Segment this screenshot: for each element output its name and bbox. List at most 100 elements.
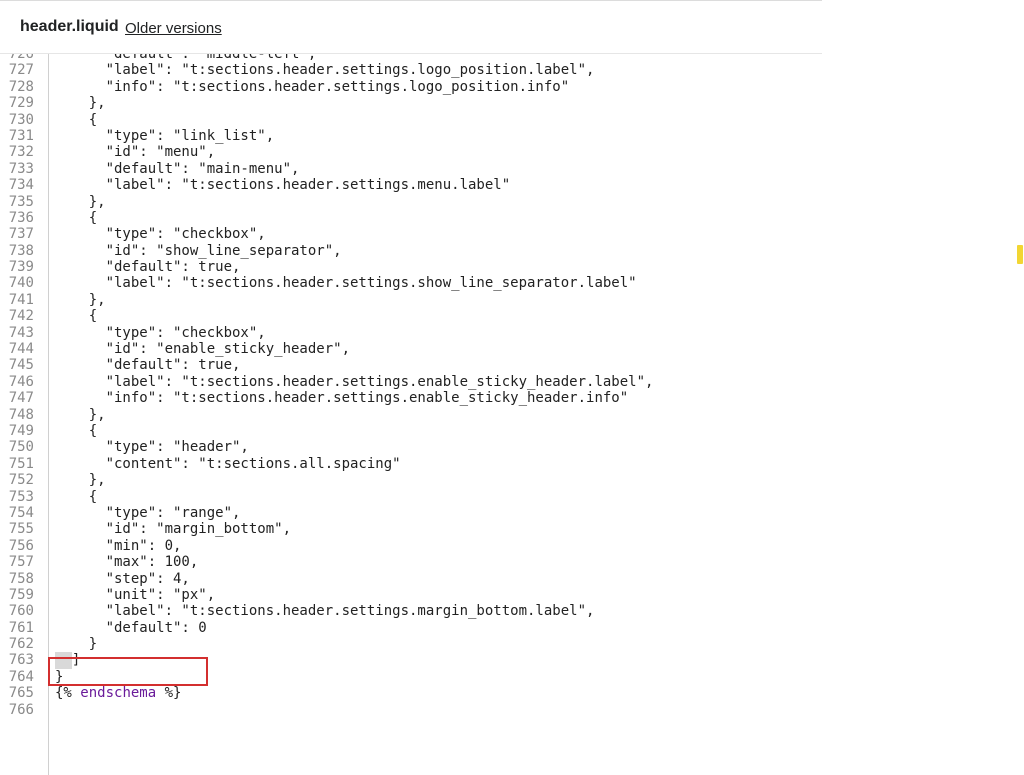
code-text[interactable]: "type": "link_list", bbox=[55, 128, 275, 144]
code-line[interactable]: 733 "default": "main-menu", bbox=[0, 161, 822, 177]
code-text[interactable]: "default": 0 bbox=[55, 620, 207, 636]
code-text[interactable]: "type": "checkbox", bbox=[55, 325, 266, 341]
line-number: 728 bbox=[8, 78, 34, 95]
code-line[interactable]: 734 "label": "t:sections.header.settings… bbox=[0, 177, 822, 193]
code-text[interactable]: "type": "header", bbox=[55, 439, 249, 455]
code-line[interactable]: 730 { bbox=[0, 112, 822, 128]
code-line[interactable]: 739 "default": true, bbox=[0, 259, 822, 275]
code-line[interactable]: 757 "max": 100, bbox=[0, 554, 822, 570]
code-text[interactable]: { bbox=[55, 308, 97, 324]
code-line[interactable]: 741 }, bbox=[0, 292, 822, 308]
code-line[interactable]: 738 "id": "show_line_separator", bbox=[0, 243, 822, 259]
code-text[interactable]: { bbox=[55, 423, 97, 439]
line-number: 759 bbox=[8, 586, 34, 603]
code-line[interactable]: 761 "default": 0 bbox=[0, 620, 822, 636]
line-number: 753 bbox=[8, 488, 34, 505]
code-text[interactable]: "id": "menu", bbox=[55, 144, 216, 160]
older-versions-link[interactable]: Older versions bbox=[125, 20, 222, 37]
code-line[interactable]: 744 "id": "enable_sticky_header", bbox=[0, 341, 822, 357]
code-line[interactable]: 731 "type": "link_list", bbox=[0, 128, 822, 144]
code-line[interactable]: 754 "type": "range", bbox=[0, 505, 822, 521]
line-number: 739 bbox=[8, 259, 34, 276]
line-number: 737 bbox=[8, 226, 34, 243]
code-line[interactable]: 747 "info": "t:sections.header.settings.… bbox=[0, 390, 822, 406]
code-line[interactable]: 737 "type": "checkbox", bbox=[0, 226, 822, 242]
annotation-highlight-box bbox=[48, 657, 208, 686]
code-line[interactable]: 753 { bbox=[0, 489, 822, 505]
code-text[interactable]: "label": "t:sections.header.settings.men… bbox=[55, 177, 511, 193]
code-line[interactable]: 743 "type": "checkbox", bbox=[0, 325, 822, 341]
line-number: 742 bbox=[8, 308, 34, 325]
line-number: 756 bbox=[8, 537, 34, 554]
code-text[interactable]: { bbox=[55, 112, 97, 128]
code-text[interactable]: "id": "show_line_separator", bbox=[55, 243, 342, 259]
code-text[interactable]: "step": 4, bbox=[55, 571, 190, 587]
code-line[interactable]: 749 { bbox=[0, 423, 822, 439]
code-line[interactable]: 762 } bbox=[0, 636, 822, 652]
code-line[interactable]: 732 "id": "menu", bbox=[0, 144, 822, 160]
code-line[interactable]: 755 "id": "margin_bottom", bbox=[0, 521, 822, 537]
line-number: 747 bbox=[8, 390, 34, 407]
code-line[interactable]: 729 }, bbox=[0, 95, 822, 111]
code-line[interactable]: 728 "info": "t:sections.header.settings.… bbox=[0, 79, 822, 95]
code-text[interactable]: } bbox=[55, 636, 97, 652]
line-number: 761 bbox=[8, 619, 34, 636]
code-line[interactable]: 756 "min": 0, bbox=[0, 538, 822, 554]
code-line[interactable]: 766 bbox=[0, 702, 822, 718]
code-line[interactable]: 745 "default": true, bbox=[0, 357, 822, 373]
code-line[interactable]: 742 { bbox=[0, 308, 822, 324]
line-number: 740 bbox=[8, 275, 34, 292]
code-text[interactable]: { bbox=[55, 489, 97, 505]
editor-header: header.liquid Older versions bbox=[0, 0, 822, 54]
code-line[interactable]: 752 }, bbox=[0, 472, 822, 488]
code-text[interactable]: "default": true, bbox=[55, 259, 241, 275]
line-number: 730 bbox=[8, 111, 34, 128]
code-text[interactable]: { bbox=[55, 210, 97, 226]
code-text[interactable]: }, bbox=[55, 194, 106, 210]
code-text[interactable]: "default": "middle-left", bbox=[55, 54, 317, 62]
code-text[interactable]: "label": "t:sections.header.settings.sho… bbox=[55, 275, 637, 291]
line-number: 746 bbox=[8, 373, 34, 390]
code-text[interactable]: "info": "t:sections.header.settings.logo… bbox=[55, 79, 570, 95]
code-text[interactable]: "label": "t:sections.header.settings.ena… bbox=[55, 374, 654, 390]
code-line[interactable]: 750 "type": "header", bbox=[0, 439, 822, 455]
code-text[interactable]: "label": "t:sections.header.settings.mar… bbox=[55, 603, 595, 619]
code-text[interactable]: }, bbox=[55, 95, 106, 111]
code-text[interactable]: "type": "range", bbox=[55, 505, 241, 521]
code-line[interactable]: 760 "label": "t:sections.header.settings… bbox=[0, 603, 822, 619]
code-line[interactable]: 736 { bbox=[0, 210, 822, 226]
code-text[interactable]: "default": true, bbox=[55, 357, 241, 373]
code-text[interactable]: "content": "t:sections.all.spacing" bbox=[55, 456, 401, 472]
code-line[interactable]: 746 "label": "t:sections.header.settings… bbox=[0, 374, 822, 390]
code-text[interactable]: "unit": "px", bbox=[55, 587, 216, 603]
code-line[interactable]: 751 "content": "t:sections.all.spacing" bbox=[0, 456, 822, 472]
code-text[interactable]: }, bbox=[55, 407, 106, 423]
code-text[interactable]: {% endschema %} bbox=[55, 685, 181, 701]
code-text[interactable]: "min": 0, bbox=[55, 538, 182, 554]
code-text[interactable]: }, bbox=[55, 292, 106, 308]
code-text[interactable]: "id": "margin_bottom", bbox=[55, 521, 291, 537]
code-line[interactable]: 748 }, bbox=[0, 407, 822, 423]
code-text[interactable]: "max": 100, bbox=[55, 554, 199, 570]
code-text[interactable]: "default": "main-menu", bbox=[55, 161, 300, 177]
code-line[interactable]: 727 "label": "t:sections.header.settings… bbox=[0, 62, 822, 78]
line-number: 763 bbox=[8, 652, 34, 669]
line-number: 760 bbox=[8, 603, 34, 620]
code-text[interactable]: }, bbox=[55, 472, 106, 488]
line-number: 738 bbox=[8, 242, 34, 259]
line-number: 727 bbox=[8, 62, 34, 79]
code-line[interactable]: 735 }, bbox=[0, 194, 822, 210]
scrollbar-search-marker bbox=[1017, 245, 1023, 264]
code-text[interactable]: "id": "enable_sticky_header", bbox=[55, 341, 350, 357]
code-text[interactable]: "type": "checkbox", bbox=[55, 226, 266, 242]
code-text[interactable]: "label": "t:sections.header.settings.log… bbox=[55, 62, 595, 78]
code-line[interactable]: 726 "default": "middle-left", bbox=[0, 54, 822, 62]
code-line[interactable]: 758 "step": 4, bbox=[0, 571, 822, 587]
code-line[interactable]: 765 {% endschema %} bbox=[0, 685, 822, 701]
code-line[interactable]: 740 "label": "t:sections.header.settings… bbox=[0, 275, 822, 291]
line-number: 757 bbox=[8, 554, 34, 571]
code-line[interactable]: 759 "unit": "px", bbox=[0, 587, 822, 603]
code-text[interactable]: "info": "t:sections.header.settings.enab… bbox=[55, 390, 629, 406]
line-number: 744 bbox=[8, 341, 34, 358]
code-lines[interactable]: 726 "default": "middle-left", 727 "label"… bbox=[0, 54, 822, 718]
